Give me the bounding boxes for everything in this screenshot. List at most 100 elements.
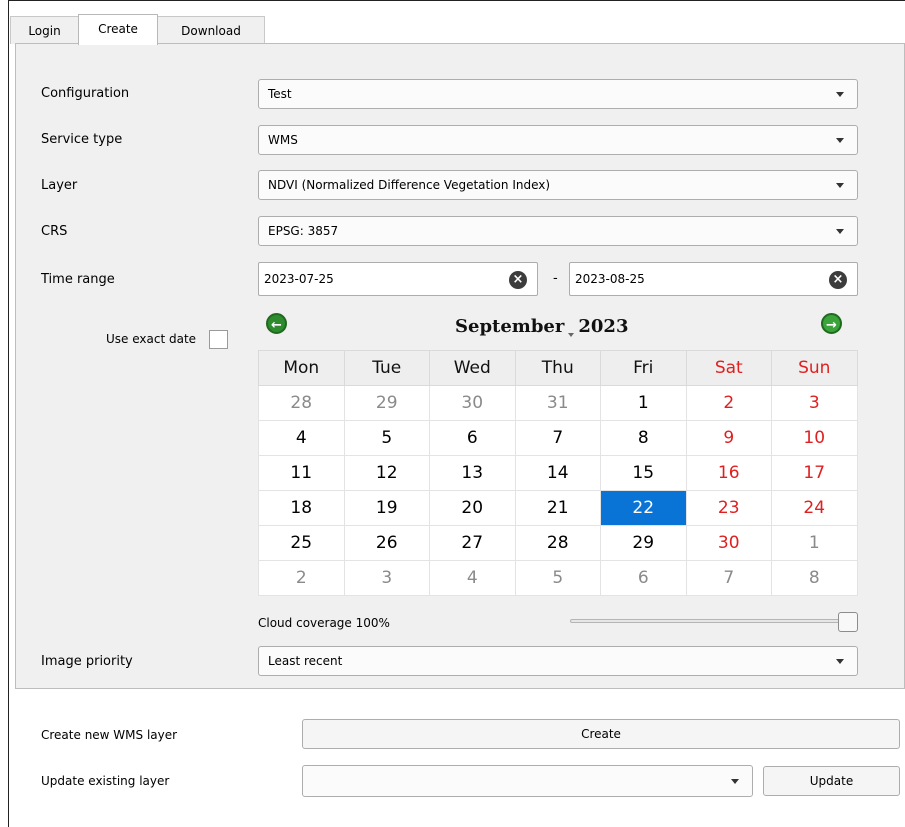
calendar-week-row: 28 29 30 31 1 2 3 — [258, 385, 858, 421]
calendar-day[interactable]: 7 — [514, 420, 601, 456]
calendar-week-row: 11 12 13 14 15 16 17 — [258, 455, 858, 491]
calendar-day[interactable]: 27 — [429, 525, 516, 561]
end-date-value: 2023-08-25 — [575, 272, 645, 286]
calendar-day[interactable]: 28 — [258, 385, 345, 421]
calendar-day[interactable]: 29 — [600, 525, 687, 561]
year-value[interactable]: 2023 — [578, 316, 628, 337]
calendar-day[interactable]: 18 — [258, 490, 345, 526]
calendar-day[interactable]: 8 — [771, 560, 858, 596]
calendar-day[interactable]: 19 — [343, 490, 430, 526]
time-range-label: Time range — [41, 272, 115, 287]
create-layer-label: Create new WMS layer — [41, 728, 178, 742]
calendar-week-row: 4 5 6 7 8 9 10 — [258, 420, 858, 456]
use-exact-date-checkbox[interactable] — [209, 330, 228, 349]
month-menu[interactable]: September — [455, 316, 575, 337]
calendar-day[interactable]: 12 — [343, 455, 430, 491]
cloud-coverage-slider-track[interactable] — [570, 619, 847, 623]
calendar-day[interactable]: 3 — [343, 560, 430, 596]
calendar-day[interactable]: 9 — [685, 420, 772, 456]
crs-select[interactable]: EPSG: 3857 — [258, 216, 858, 246]
calendar-day[interactable]: 11 — [258, 455, 345, 491]
weekday-header-row: Mon Tue Wed Thu Fri Sat Sun — [258, 350, 858, 386]
weekday-header: Mon — [258, 350, 345, 386]
chevron-down-icon — [731, 779, 739, 784]
calendar-day[interactable]: 10 — [771, 420, 858, 456]
weekday-header: Wed — [429, 350, 516, 386]
calendar-day[interactable]: 16 — [685, 455, 772, 491]
tab-login[interactable]: Login — [10, 16, 79, 44]
calendar-day[interactable]: 31 — [514, 385, 601, 421]
tab-download[interactable]: Download — [157, 16, 265, 44]
weekday-header: Thu — [514, 350, 601, 386]
calendar-day[interactable]: 2 — [258, 560, 345, 596]
calendar-day[interactable]: 25 — [258, 525, 345, 561]
calendar-week-row: 18 19 20 21 22 23 24 — [258, 490, 858, 526]
calendar-day[interactable]: 5 — [343, 420, 430, 456]
tab-create[interactable]: Create — [78, 14, 158, 45]
calendar-day[interactable]: 3 — [771, 385, 858, 421]
calendar-day[interactable]: 4 — [429, 560, 516, 596]
clear-icon[interactable]: × — [829, 271, 847, 289]
cloud-coverage-slider-handle[interactable] — [838, 612, 858, 632]
existing-layer-select[interactable] — [302, 765, 753, 797]
calendar-day[interactable]: 23 — [685, 490, 772, 526]
chevron-down-icon — [836, 659, 844, 664]
service-type-label: Service type — [41, 132, 123, 147]
calendar-day[interactable]: 30 — [685, 525, 772, 561]
weekday-header: Sun — [771, 350, 858, 386]
image-priority-value: Least recent — [268, 654, 343, 668]
chevron-down-icon — [836, 138, 844, 143]
calendar-day[interactable]: 28 — [514, 525, 601, 561]
update-button[interactable]: Update — [763, 766, 900, 796]
weekday-header: Tue — [343, 350, 430, 386]
calendar-day-selected[interactable]: 22 — [600, 490, 687, 526]
calendar-day[interactable]: 30 — [429, 385, 516, 421]
cloud-coverage-label: Cloud coverage 100% — [258, 616, 390, 630]
calendar-day[interactable]: 13 — [429, 455, 516, 491]
create-button[interactable]: Create — [302, 719, 900, 749]
calendar-day[interactable]: 7 — [685, 560, 772, 596]
clear-icon[interactable]: × — [509, 271, 527, 289]
configuration-value: Test — [268, 87, 292, 101]
calendar-day[interactable]: 20 — [429, 490, 516, 526]
calendar-day[interactable]: 26 — [343, 525, 430, 561]
end-date-input[interactable]: 2023-08-25 × — [569, 262, 858, 296]
weekday-header: Fri — [600, 350, 687, 386]
date-separator: - — [553, 271, 558, 286]
calendar-day[interactable]: 29 — [343, 385, 430, 421]
calendar-week-row: 2 3 4 5 6 7 8 — [258, 560, 858, 596]
layer-value: NDVI (Normalized Difference Vegetation I… — [268, 178, 551, 192]
next-month-icon[interactable]: → — [821, 313, 842, 334]
calendar-day[interactable]: 8 — [600, 420, 687, 456]
chevron-down-icon — [836, 183, 844, 188]
calendar-day[interactable]: 14 — [514, 455, 601, 491]
configuration-select[interactable]: Test — [258, 79, 858, 109]
calendar-day[interactable]: 2 — [685, 385, 772, 421]
image-priority-label: Image priority — [41, 654, 133, 669]
crs-label: CRS — [41, 224, 68, 239]
calendar-day[interactable]: 17 — [771, 455, 858, 491]
use-exact-date-label: Use exact date — [106, 332, 197, 346]
calendar-day[interactable]: 1 — [771, 525, 858, 561]
start-date-input[interactable]: 2023-07-25 × — [258, 262, 538, 296]
calendar-title: September 2023 — [455, 316, 628, 337]
previous-month-icon[interactable]: ← — [266, 313, 287, 334]
service-type-select[interactable]: WMS — [258, 125, 858, 155]
weekday-header: Sat — [685, 350, 772, 386]
crs-value: EPSG: 3857 — [268, 224, 339, 238]
calendar-day[interactable]: 5 — [514, 560, 601, 596]
chevron-down-icon — [836, 92, 844, 97]
calendar-day[interactable]: 24 — [771, 490, 858, 526]
calendar-day[interactable]: 6 — [429, 420, 516, 456]
image-priority-select[interactable]: Least recent — [258, 646, 858, 676]
calendar-day[interactable]: 6 — [600, 560, 687, 596]
chevron-down-icon — [836, 229, 844, 234]
layer-select[interactable]: NDVI (Normalized Difference Vegetation I… — [258, 170, 858, 200]
calendar-week-row: 25 26 27 28 29 30 1 — [258, 525, 858, 561]
calendar-day[interactable]: 15 — [600, 455, 687, 491]
calendar-day[interactable]: 4 — [258, 420, 345, 456]
service-type-value: WMS — [268, 133, 298, 147]
calendar-day[interactable]: 21 — [514, 490, 601, 526]
start-date-value: 2023-07-25 — [264, 272, 334, 286]
calendar-day[interactable]: 1 — [600, 385, 687, 421]
